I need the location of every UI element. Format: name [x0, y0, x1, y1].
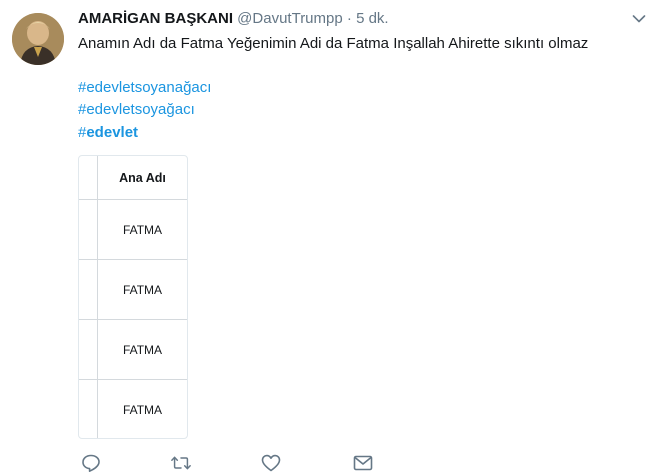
hashtag-link-bold[interactable]: #edevlet [78, 124, 138, 141]
user-handle[interactable]: @DavutTrumpp [237, 10, 343, 27]
tweet-actions [0, 453, 660, 475]
timestamp[interactable]: 5 dk. [356, 10, 389, 27]
table-cell: FATMA [122, 343, 163, 357]
table-divider [79, 199, 187, 200]
tweet-header: AMARİGAN BAŞKANI @DavutTrumpp · 5 dk. [78, 10, 389, 27]
table-cell: FATMA [122, 223, 163, 237]
tweet-text: Anamın Adı da Fatma Yeğenimin Adi da Fat… [78, 35, 589, 52]
heart-icon[interactable] [260, 453, 282, 473]
chevron-down-icon[interactable] [632, 14, 646, 24]
table-divider [79, 259, 187, 260]
header-separator: · [346, 10, 352, 27]
hashtag-link[interactable]: #edevletsoyağacı [78, 101, 195, 118]
reply-icon[interactable] [80, 453, 102, 473]
table-cell: FATMA [122, 403, 163, 417]
hashtag-link[interactable]: #edevletsoyanağacı [78, 79, 211, 96]
attached-image[interactable]: Ana Adı FATMA FATMA FATMA FATMA [78, 155, 188, 439]
table-divider [79, 379, 187, 380]
table-header: Ana Adı [119, 171, 166, 185]
avatar[interactable] [12, 13, 64, 65]
hashtag-word: edevlet [86, 124, 139, 141]
retweet-icon[interactable] [170, 453, 192, 473]
display-name[interactable]: AMARİGAN BAŞKANI [78, 10, 233, 27]
table-cell: FATMA [122, 283, 163, 297]
envelope-icon[interactable] [352, 453, 374, 473]
avatar-image [12, 13, 64, 65]
table-divider [79, 319, 187, 320]
